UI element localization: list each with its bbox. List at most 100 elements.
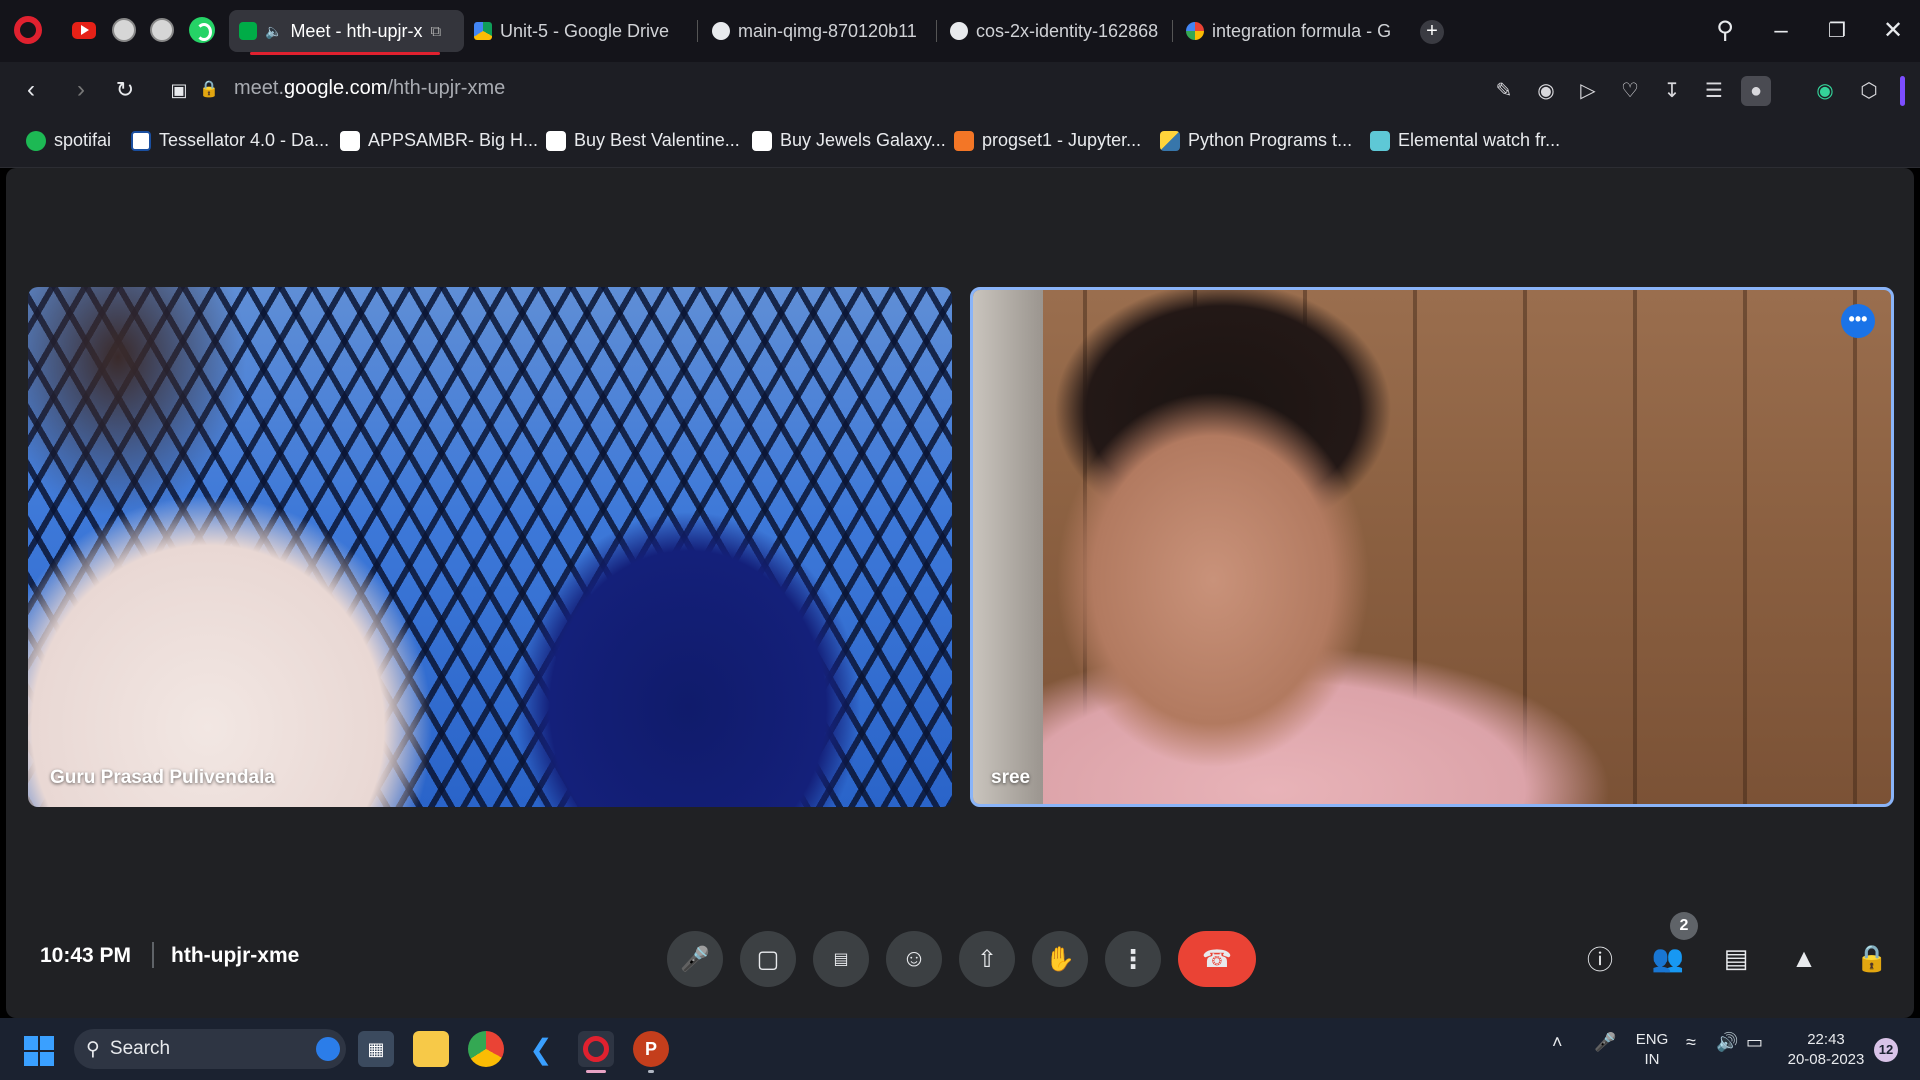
clock-date: 20-08-2023 [1787, 1051, 1865, 1068]
file-explorer-icon[interactable] [413, 1031, 449, 1067]
active-tab-indicator [250, 52, 440, 55]
new-tab-button[interactable]: + [1420, 20, 1444, 44]
tab-integration-formula[interactable]: integration formula - G [1176, 10, 1404, 52]
send-icon[interactable]: ▷ [1573, 76, 1603, 106]
bookmark-item[interactable]: Buy Jewels Galaxy... [752, 130, 946, 151]
camera-in-use-icon[interactable]: ▣ [162, 74, 196, 108]
meeting-time: 10:43 PM [40, 944, 132, 967]
host-controls-button[interactable]: 🔒 [1852, 938, 1892, 978]
people-button[interactable]: 👥 [1648, 938, 1688, 978]
tab-title: cos-2x-identity-162868 [976, 20, 1159, 41]
heart-icon[interactable]: ♡ [1615, 76, 1645, 106]
aria-icon[interactable]: ◉ [1810, 76, 1840, 106]
search-label: Search [109, 1038, 171, 1059]
end-call-icon: ☎ [1202, 945, 1232, 973]
participant-tile-active-speaker[interactable]: sree ••• [970, 287, 1894, 807]
bookmark-item[interactable]: Python Programs t... [1160, 130, 1352, 151]
divider [152, 942, 154, 968]
bookmark-item[interactable]: spotifai [26, 130, 111, 151]
tab-separator [697, 20, 698, 42]
pinned-tab-icon[interactable] [108, 14, 140, 46]
camera-button[interactable]: ▢ [740, 931, 796, 987]
present-screen-button[interactable]: ⇧ [959, 931, 1015, 987]
shopify-icon [1370, 130, 1390, 151]
meeting-details-button[interactable]: ⓘ [1580, 938, 1620, 978]
bookmark-item[interactable]: Elemental watch fr... [1370, 130, 1560, 151]
chrome-icon[interactable] [468, 1031, 504, 1067]
captions-icon: ▤ [833, 951, 849, 968]
youtube-pinned-tab-icon[interactable] [68, 14, 100, 46]
jupyter-icon [954, 130, 974, 151]
tab-main-qimg[interactable]: main-qimg-870120b11 [702, 10, 938, 52]
raise-hand-button[interactable]: ✋ [1032, 931, 1088, 987]
profile-icon[interactable]: ● [1741, 76, 1771, 106]
bookmark-item[interactable]: Buy Best Valentine... [546, 130, 740, 151]
reload-button[interactable]: ↻ [108, 74, 142, 108]
bookmark-label: APPSAMBR- Big H... [368, 130, 539, 150]
download-icon[interactable]: ↧ [1657, 76, 1687, 106]
pinned-tab-icon[interactable] [146, 14, 178, 46]
easy-setup-icon[interactable]: ☰ [1699, 76, 1729, 106]
opera-taskbar-icon[interactable] [578, 1031, 614, 1067]
activities-button[interactable]: ▲ [1784, 938, 1824, 978]
bookmark-label: spotifai [54, 130, 112, 150]
snapshot-icon[interactable]: ◉ [1531, 76, 1561, 106]
bookmark-item[interactable]: APPSAMBR- Big H... [340, 130, 538, 151]
amazon-icon [340, 130, 360, 151]
whatsapp-pinned-tab-icon[interactable] [186, 14, 218, 46]
lock-icon[interactable]: 🔒 [192, 74, 226, 108]
tab-title: Unit-5 - Google Drive [500, 20, 670, 41]
google-meet-icon [239, 22, 257, 40]
show-hidden-icons-chevron-up-icon[interactable]: ˄ [1552, 1032, 1563, 1053]
search-tabs-icon[interactable]: ⚲ [1708, 14, 1742, 48]
active-app-indicator [586, 1070, 606, 1073]
search-icon: ⚲ [86, 1038, 100, 1060]
bookmark-label: Python Programs t... [1188, 130, 1353, 150]
tab-meet[interactable]: 🔈 Meet - hth-upjr-x ⧉ [229, 10, 464, 52]
notification-badge[interactable]: 12 [1874, 1038, 1898, 1062]
minimize-button[interactable]: – [1764, 14, 1798, 48]
opera-logo-icon[interactable] [14, 16, 42, 44]
back-button[interactable]: ‹ [14, 74, 48, 108]
microphone-tray-icon[interactable]: 🎤 [1594, 1032, 1616, 1053]
extensions-cube-icon[interactable]: ⬡ [1854, 76, 1884, 106]
restore-button[interactable]: ❐ [1820, 14, 1854, 48]
close-window-button[interactable]: ✕ [1876, 14, 1910, 48]
battery-icon[interactable]: ▭ [1746, 1032, 1763, 1053]
powerpoint-icon[interactable]: P [633, 1031, 669, 1067]
globe-icon [950, 22, 968, 40]
tab-pip-icon[interactable]: ⧉ [430, 23, 441, 40]
more-options-button[interactable]: ⋮ [1105, 931, 1161, 987]
microphone-icon: 🎤 [680, 945, 710, 973]
address-toolbar: ‹ › ↻ ▣ 🔒 meet.google.com/hth-upjr-xme ✎… [0, 62, 1920, 118]
bookmark-item[interactable]: Tessellator 4.0 - Da... [131, 130, 329, 151]
participant-tile[interactable]: Guru Prasad Pulivendala [28, 287, 952, 807]
windows-start-icon[interactable] [24, 1036, 54, 1066]
people-icon: 👥 [1651, 942, 1685, 973]
microphone-button[interactable]: 🎤 [667, 931, 723, 987]
bookmark-item[interactable]: progset1 - Jupyter... [954, 130, 1141, 151]
captions-button[interactable]: ▤ [813, 931, 869, 987]
language-indicator[interactable]: ENG IN [1632, 1030, 1672, 1070]
wifi-icon[interactable]: ≈ [1686, 1032, 1696, 1053]
bookmark-label: Buy Jewels Galaxy... [780, 130, 946, 150]
vscode-icon[interactable]: ❮ [523, 1031, 559, 1067]
volume-icon[interactable]: 🔊 [1716, 1032, 1738, 1053]
tab-cos-identity[interactable]: cos-2x-identity-162868 [940, 10, 1168, 52]
forward-button[interactable]: › [64, 74, 98, 108]
tab-google-drive[interactable]: Unit-5 - Google Drive [464, 10, 689, 52]
chat-button[interactable]: ▤ [1716, 938, 1756, 978]
leave-call-button[interactable]: ☎ [1178, 931, 1256, 987]
taskbar-search[interactable]: ⚲ Search [74, 1029, 346, 1069]
speaker-icon: 🔈 [265, 22, 283, 39]
bookmark-label: Elemental watch fr... [1398, 130, 1561, 150]
url-field[interactable]: meet.google.com/hth-upjr-xme [234, 77, 505, 100]
meet-control-bar: 10:43 PM hth-upjr-xme 🎤 ▢ ▤ ☺ ⇧ ✋ ⋮ ☎ ⓘ … [6, 908, 1914, 1004]
more-options-icon[interactable]: ••• [1841, 304, 1875, 338]
calculator-icon[interactable]: ▦ [358, 1031, 394, 1067]
present-icon: ⇧ [976, 945, 998, 973]
reactions-button[interactable]: ☺ [886, 931, 942, 987]
globe-icon [712, 22, 730, 40]
clock[interactable]: 22:43 20-08-2023 [1780, 1030, 1872, 1070]
share-icon[interactable]: ✎ [1489, 76, 1519, 106]
